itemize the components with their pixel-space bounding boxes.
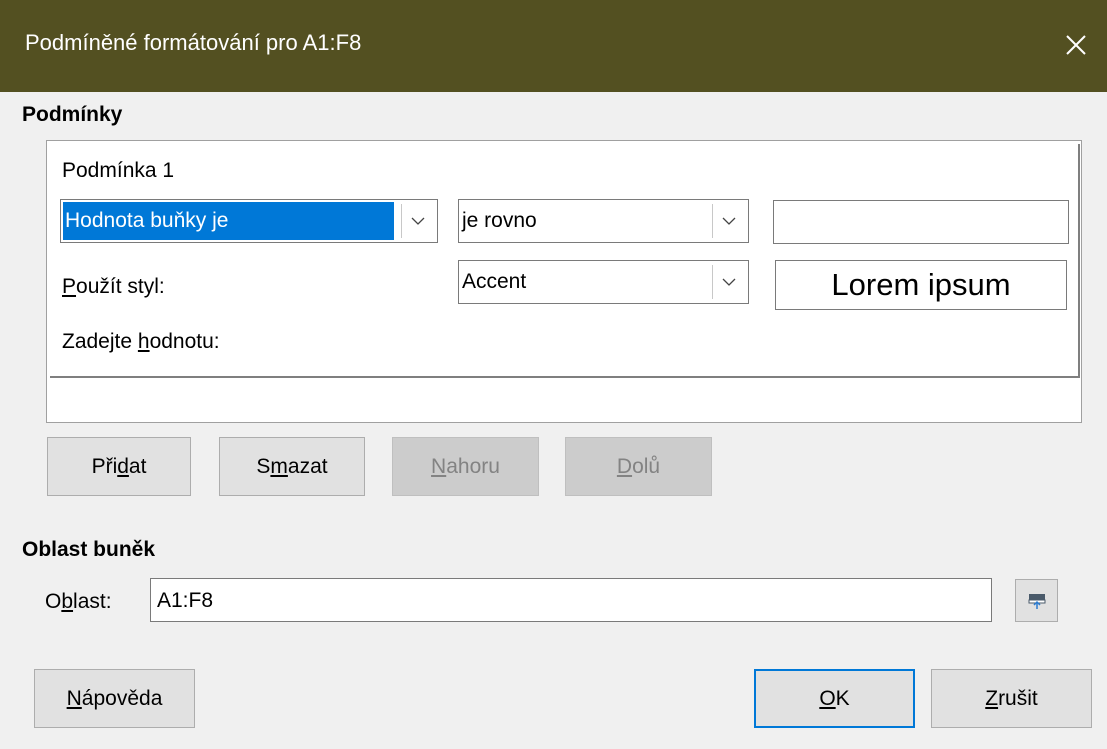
operator-select[interactable]: je rovno — [458, 199, 749, 243]
ok-mnemonic: O — [819, 687, 836, 710]
delete-button-mnemonic: m — [270, 455, 288, 478]
shrink-range-icon — [1028, 593, 1045, 609]
condition-type-value: Hodnota buňky je — [63, 202, 394, 240]
range-label-text-pre: O — [45, 590, 62, 613]
move-up-text-post: ahoru — [446, 455, 500, 478]
enter-value-mnemonic: h — [137, 330, 150, 353]
apply-style-mnemonic: P — [62, 275, 77, 298]
move-down-mnemonic: D — [616, 455, 633, 478]
enter-value-label: Zadejte hodnotu: — [62, 330, 220, 354]
apply-style-label: Použít styl: — [62, 275, 165, 299]
apply-style-text: oužít styl: — [76, 275, 165, 298]
style-preview: Lorem ipsum — [775, 260, 1067, 310]
condition-value-input[interactable] — [773, 200, 1069, 244]
ok-button[interactable]: OK — [754, 669, 915, 728]
chevron-down-icon[interactable] — [712, 265, 744, 299]
cancel-button[interactable]: Zrušit — [931, 669, 1092, 728]
delete-button[interactable]: Smazat — [219, 437, 365, 496]
delete-button-text-pre: S — [256, 455, 271, 478]
add-button-text-post: at — [128, 455, 147, 478]
style-value: Accent — [462, 270, 527, 293]
help-mnemonic: N — [66, 687, 82, 710]
operator-value: je rovno — [462, 209, 537, 232]
delete-button-text-post: azat — [287, 455, 328, 478]
move-up-mnemonic: N — [431, 455, 447, 478]
range-input[interactable]: A1:F8 — [150, 578, 992, 622]
condition-label: Podmínka 1 — [62, 159, 175, 182]
add-button[interactable]: Přidat — [47, 437, 191, 496]
help-button[interactable]: Nápověda — [34, 669, 195, 728]
enter-value-text-post: odnotu: — [149, 330, 220, 353]
range-label-mnemonic: b — [61, 590, 74, 613]
chevron-down-icon[interactable] — [401, 204, 433, 238]
move-down-text-post: olů — [632, 455, 661, 478]
window-title: Podmíněné formátování pro A1:F8 — [25, 30, 362, 55]
conditions-heading: Podmínky — [22, 103, 123, 126]
title-bar: Podmíněné formátování pro A1:F8 — [0, 0, 1107, 92]
enter-value-text-pre: Zadejte — [62, 330, 138, 353]
cell-range-heading: Oblast buněk — [22, 538, 156, 561]
range-label-text-post: last: — [73, 590, 112, 613]
add-button-text-pre: Při — [91, 455, 118, 478]
style-select[interactable]: Accent — [458, 260, 749, 304]
range-label: Oblast: — [45, 590, 112, 614]
add-button-mnemonic: d — [117, 455, 129, 478]
cancel-mnemonic: Z — [985, 687, 999, 710]
range-input-value: A1:F8 — [157, 589, 214, 612]
ok-text-post: K — [835, 687, 850, 710]
cancel-text-post: rušit — [998, 687, 1038, 710]
move-down-button[interactable]: Dolů — [565, 437, 712, 496]
close-icon[interactable] — [1059, 28, 1093, 62]
chevron-down-icon[interactable] — [712, 204, 744, 238]
help-text-post: ápověda — [81, 687, 163, 710]
condition-type-select[interactable]: Hodnota buňky je — [60, 199, 438, 243]
move-up-button[interactable]: Nahoru — [392, 437, 539, 496]
range-picker-button[interactable] — [1015, 579, 1058, 622]
